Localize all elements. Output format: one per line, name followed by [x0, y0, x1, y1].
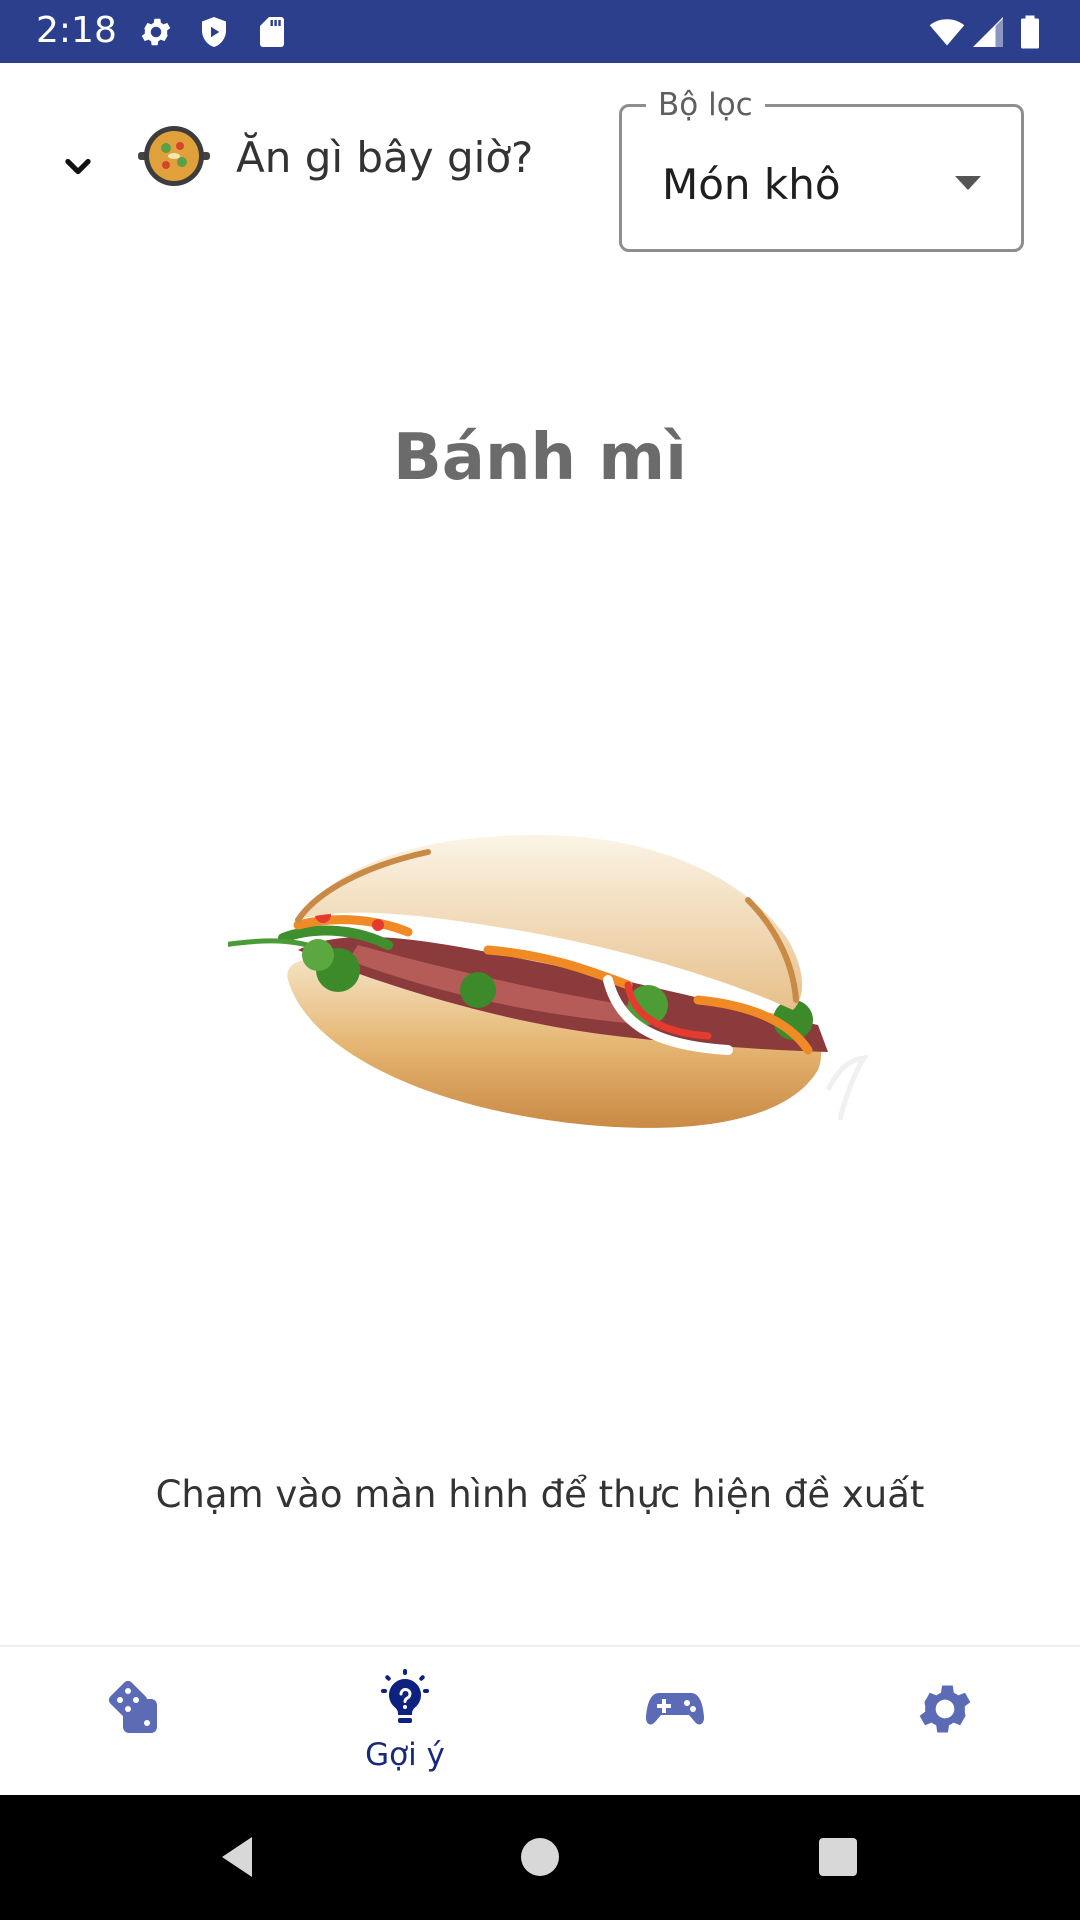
lightbulb-icon [373, 1667, 437, 1731]
home-icon[interactable] [512, 1829, 568, 1885]
status-time: 2:18 [36, 10, 117, 51]
sd-card-icon [254, 14, 290, 50]
collapse-button[interactable] [56, 145, 100, 189]
dice-icon [103, 1677, 167, 1741]
gamepad-icon [643, 1677, 707, 1741]
chevron-down-icon [65, 158, 91, 175]
filter-selected-value: Món khô [662, 160, 841, 209]
dropdown-arrow-icon [953, 173, 983, 193]
tap-hint: Chạm vào màn hình để thực hiện đề xuất [155, 1473, 925, 1516]
app-title: Ăn gì bây giờ? [236, 133, 534, 182]
filter-label: Bộ lọc [646, 87, 765, 123]
filter-dropdown[interactable]: Bộ lọc Món khô [619, 87, 1024, 252]
bottom-nav: Gợi ý [0, 1645, 1080, 1795]
nav-item-random[interactable] [0, 1647, 270, 1795]
nav-item-games[interactable] [540, 1647, 810, 1795]
nav-label-suggest: Gợi ý [365, 1737, 445, 1773]
back-icon[interactable] [212, 1829, 268, 1885]
shield-icon [196, 14, 232, 50]
dish-name: Bánh mì [393, 421, 687, 495]
battery-icon [1012, 14, 1052, 50]
nav-item-settings[interactable] [810, 1647, 1080, 1795]
dish-image[interactable] [228, 820, 868, 1160]
nav-item-suggest[interactable]: Gợi ý [270, 1647, 540, 1795]
recents-icon[interactable] [810, 1829, 866, 1885]
signal-icon [970, 14, 1006, 50]
status-bar: 2:18 [0, 0, 1080, 63]
settings-icon [138, 14, 174, 50]
system-nav-bar [0, 1795, 1080, 1920]
app-logo-icon [136, 118, 212, 194]
gear-icon [913, 1677, 977, 1741]
wifi-icon [926, 14, 968, 50]
